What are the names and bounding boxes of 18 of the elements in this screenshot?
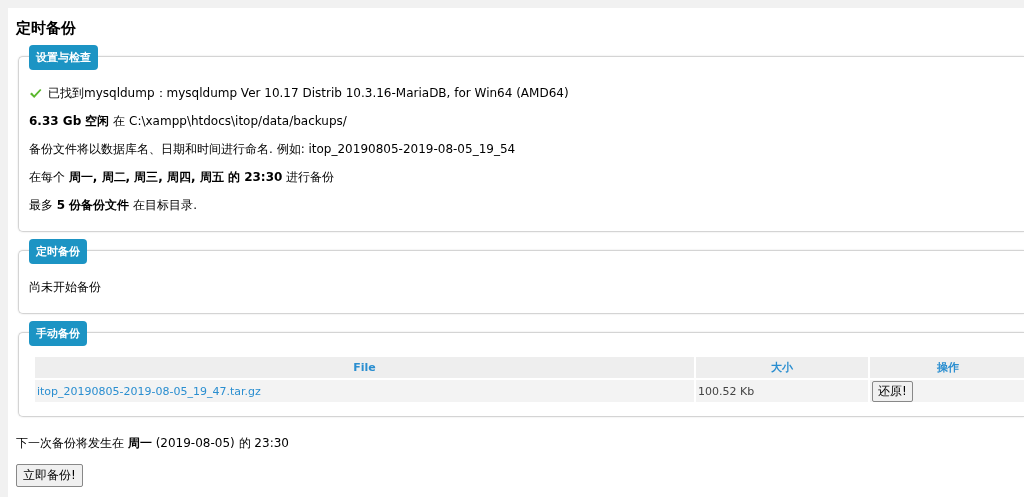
info-text: 在每个 周一, 周二, 周三, 周四, 周五 的 23:30 进行备份: [29, 168, 335, 186]
check-icon: [29, 87, 42, 99]
section-legend: 设置与检查: [29, 45, 98, 70]
info-text: 最多 5 份备份文件 在目标目录.: [29, 196, 197, 214]
column-header: 操作: [870, 357, 1024, 378]
section-legend: 手动备份: [29, 321, 87, 346]
info-text: 备份文件将以数据库名、日期和时间进行命名. 例如: itop_20190805-2019-08-05_19_54: [29, 140, 516, 158]
section-legend: 定时备份: [29, 239, 87, 264]
restore-button[interactable]: 还原!: [872, 380, 913, 402]
next-backup-text: 下一次备份将发生在 周一 (2019-08-05) 的 23:30: [16, 435, 290, 452]
backup-now-button[interactable]: 立即备份!: [16, 464, 83, 487]
info-text: 已找到mysqldump：mysqldump Ver 10.17 Distrib 10.3.16-MariaDB, for Win64 (AMD64): [48, 84, 569, 102]
page-title: 定时备份: [16, 18, 77, 38]
column-header: File: [35, 357, 694, 378]
info-text: 6.33 Gb 空闲 在 C:\xampp\htdocs\itop/data/backups/: [29, 112, 347, 130]
table-cell: 100.52 Kb: [696, 380, 868, 402]
info-text: 尚未开始备份: [29, 278, 101, 296]
column-header: 大小: [696, 357, 868, 378]
